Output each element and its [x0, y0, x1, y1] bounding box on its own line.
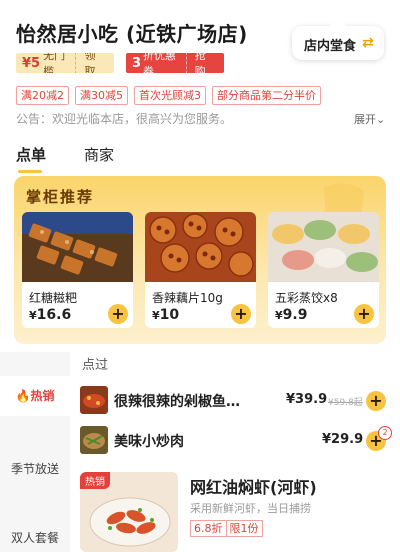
featured-item-name: 香辣藕片10g — [152, 291, 223, 305]
steamed-dumplings-image — [268, 212, 379, 282]
add-to-cart-button[interactable]: + — [108, 304, 128, 324]
promo-tag: 满20减2 — [16, 86, 69, 105]
sidebar-item-combo[interactable]: 双人套餐 — [0, 529, 70, 546]
section-label: 点过 — [82, 358, 109, 373]
dish-promo-tags: 6.8折 限1份 — [190, 520, 263, 537]
featured-item-price: ¥16.6 — [29, 307, 72, 323]
promo-tag: 部分商品第二分半价 — [212, 86, 321, 105]
flame-icon: 🔥 — [15, 389, 31, 403]
cart-count-badge: 2 — [378, 426, 392, 440]
dish-name: 很辣很辣的剁椒鱼… — [114, 394, 240, 410]
promo-tags: 满20减2 满30减5 首次光顾减3 部分商品第二分半价 — [16, 86, 321, 105]
store-title: 怡然居小吃 (近铁广场店) — [16, 22, 248, 46]
featured-item-name: 五彩蒸饺x8 — [275, 291, 338, 305]
tab-order[interactable]: 点单 — [16, 144, 46, 173]
sidebar-item-seasonal[interactable]: 季节放送 — [0, 460, 70, 477]
store-notice: 公告：欢迎光临本店，很高兴为您服务。 — [16, 112, 233, 126]
featured-section: 掌柜推荐 红糖糍粑 ¥16.6 + 香辣藕片10g ¥10 + 五彩蒸饺x8 ¥… — [14, 176, 386, 344]
featured-list-item[interactable]: 热销 网红油焖虾(河虾) 采用新鲜河虾，当日捕捞 6.8折 限1份 — [80, 470, 400, 552]
tab-merchant[interactable]: 商家 — [84, 144, 114, 165]
featured-title: 掌柜推荐 — [26, 188, 95, 206]
discount-tag: 6.8折 — [190, 520, 227, 537]
featured-item-price: ¥9.9 — [275, 307, 308, 323]
list-item[interactable]: 很辣很辣的剁椒鱼… ¥39.9 ¥59.8起 + — [80, 386, 390, 416]
featured-item-card[interactable]: 红糖糍粑 ¥16.6 + — [22, 212, 133, 328]
grab-coupon-button[interactable]: 抢购 — [185, 53, 224, 73]
add-to-cart-button[interactable]: + — [354, 304, 374, 324]
featured-item-price: ¥10 — [152, 307, 180, 323]
chopped-pepper-fish-image — [80, 386, 108, 414]
coupon-no-threshold: ¥5 无门槛 领取 — [16, 53, 114, 73]
dish-name: 网红油焖虾(河虾) — [190, 478, 317, 497]
promo-tag: 满30减5 — [75, 86, 128, 105]
sidebar-item-label: 热销 — [30, 389, 55, 403]
add-to-cart-button[interactable]: + — [366, 391, 386, 411]
featured-item-card[interactable]: 五彩蒸饺x8 ¥9.9 + — [268, 212, 379, 328]
coupon-amount: 3 — [132, 55, 142, 71]
dish-original-price: ¥59.8起 — [328, 398, 363, 408]
dining-mode-switch[interactable]: 店内堂食 ⇄ — [292, 18, 384, 60]
dining-mode-label: 店内堂食 — [304, 39, 357, 54]
store-page: 怡然居小吃 (近铁广场店) 店内堂食 ⇄ ¥5 无门槛 领取 3 折优惠券 抢购… — [0, 0, 400, 552]
dish-price: ¥39.9 — [286, 392, 328, 407]
braised-shrimp-image-wrap: 热销 — [80, 472, 178, 552]
swap-arrows-icon: ⇄ — [362, 35, 374, 51]
pointer-notch — [326, 18, 350, 30]
limit-tag: 限1份 — [226, 520, 263, 537]
coupon-text: 无门槛 — [43, 53, 66, 73]
coupon-text: 折优惠券 — [143, 53, 177, 73]
list-item[interactable]: 美味小炒肉 ¥29.9 + 2 — [80, 426, 392, 456]
stir-fried-pork-image — [80, 426, 108, 454]
coupon-discount: 3 折优惠券 抢购 — [126, 53, 224, 73]
claim-coupon-button[interactable]: 领取 — [75, 53, 114, 73]
dish-description: 采用新鲜河虾，当日捕捞 — [190, 502, 311, 515]
coupon-amount: ¥5 — [22, 55, 41, 71]
hot-badge: 热销 — [80, 472, 110, 489]
featured-item-name: 红糖糍粑 — [29, 291, 78, 305]
add-to-cart-button[interactable]: + — [231, 304, 251, 324]
brown-sugar-ciba-image — [22, 212, 133, 282]
dish-name: 美味小炒肉 — [114, 434, 184, 450]
sidebar-item-hot[interactable]: 🔥热销 — [0, 376, 70, 416]
spicy-lotus-root-image — [145, 212, 256, 282]
category-sidebar: 🔥热销 季节放送 双人套餐 — [0, 352, 70, 552]
promo-tag: 首次光顾减3 — [134, 86, 206, 105]
featured-item-card[interactable]: 香辣藕片10g ¥10 + — [145, 212, 256, 328]
expand-notice-button[interactable]: 展开⌄ — [354, 111, 385, 127]
dish-price: ¥29.9 — [322, 432, 364, 447]
